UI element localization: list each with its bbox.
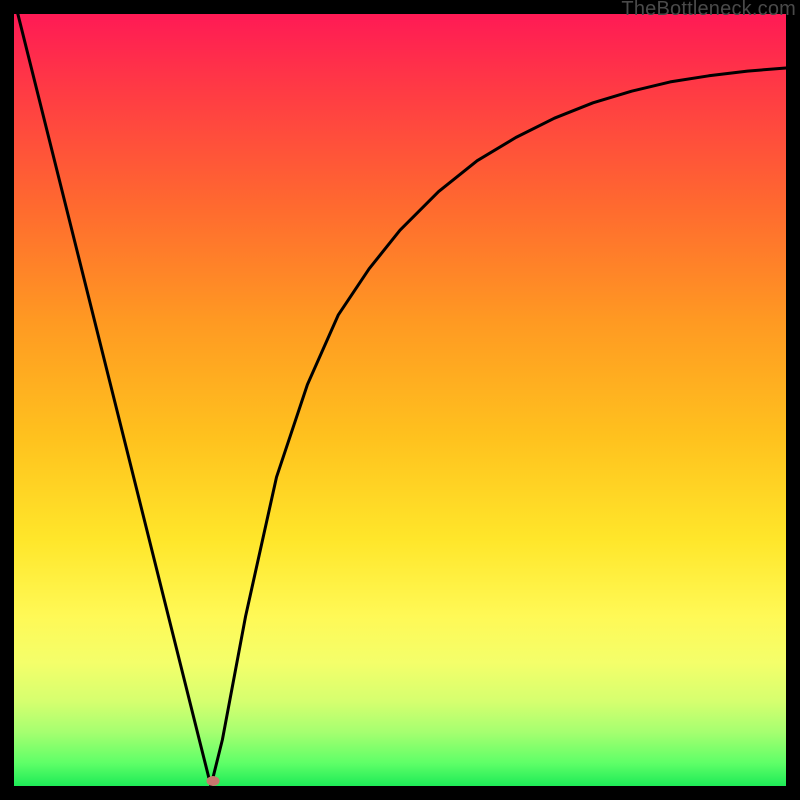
curve-svg (14, 14, 786, 786)
attribution-text: TheBottleneck.com (621, 0, 796, 20)
min-point-marker (207, 776, 220, 786)
plot-frame (14, 14, 786, 786)
attribution: TheBottleneck.com (621, 0, 796, 21)
bottleneck-curve (14, 0, 786, 786)
